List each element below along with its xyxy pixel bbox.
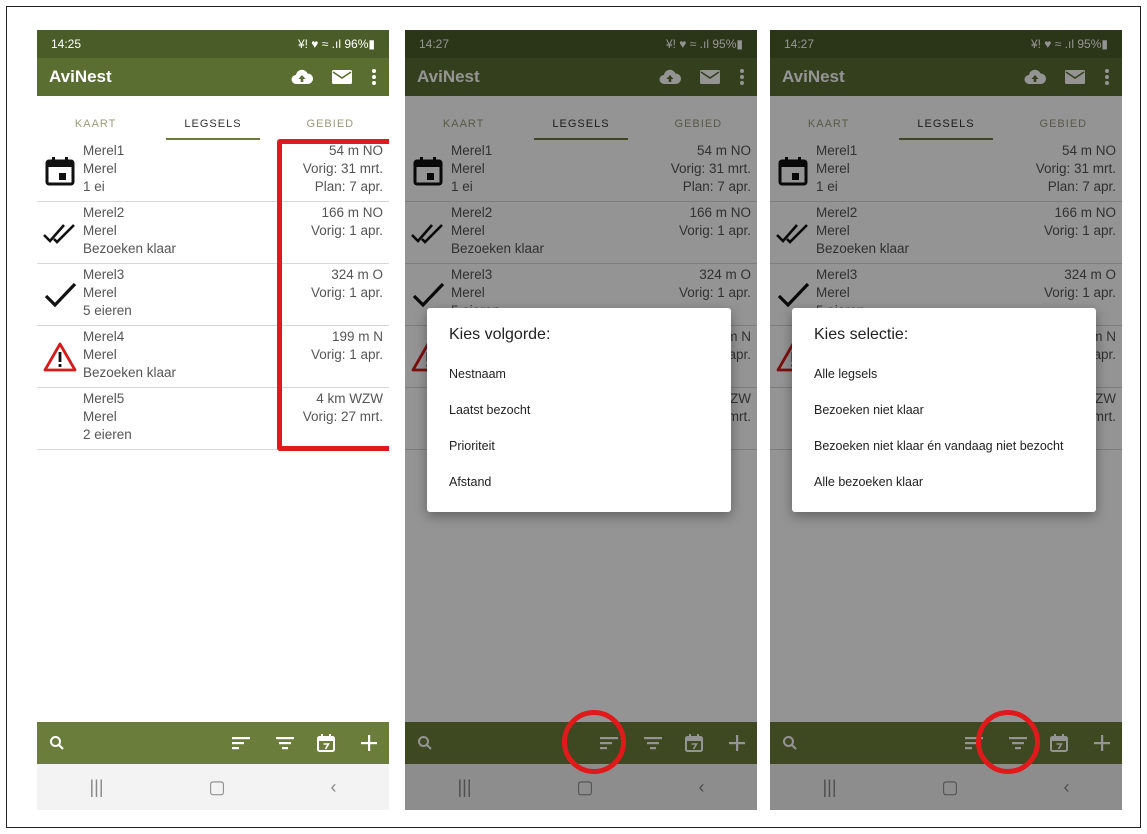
mail-icon[interactable] [331,69,353,85]
highlight-circle [562,710,626,774]
nest-name: Merel4 [83,329,125,344]
sort-option-afstand[interactable]: Afstand [449,466,709,502]
nest-detail: 2 eieren [83,427,132,442]
more-menu-icon[interactable] [371,68,377,86]
sort-icon[interactable] [231,735,251,751]
highlight-box [277,139,389,451]
sort-option-nestnaam[interactable]: Nestnaam [449,358,709,394]
phone-screen-filter-dialog: 14:27 ¥! ♥ ≈ .ıl 95%▮ AviNest KAART LEGS… [770,30,1122,810]
search-icon[interactable] [49,735,65,751]
status-icons: ¥! ♥ ≈ .ıl 96%▮ [297,37,375,51]
phone-screen-sort-dialog: 14:27 ¥! ♥ ≈ .ıl 95%▮ AviNest KAART LEGS… [405,30,757,810]
recents-nav-icon[interactable]: ||| [89,777,103,798]
nest-detail: 5 eieren [83,303,132,318]
filter-icon[interactable] [275,735,295,751]
dialog-title: Kies selectie: [814,326,909,343]
filter-option-niet-klaar[interactable]: Bezoeken niet klaar [814,394,1074,430]
nest-species: Merel [83,285,117,300]
app-title: AviNest [49,67,112,86]
dialog-title: Kies volgorde: [449,326,551,343]
tab-gebied[interactable]: GEBIED [272,118,389,140]
warning-icon [43,342,77,372]
status-time: 14:25 [51,37,82,51]
home-nav-icon[interactable]: ▢ [209,777,226,798]
cloud-upload-icon[interactable] [291,69,313,85]
sort-dialog: Kies volgorde: Nestnaam Laatst bezocht P… [427,308,731,512]
phone-screen-list: 14:25 ¥! ♥ ≈ .ıl 96%▮ AviNest KAART LEGS… [37,30,389,810]
filter-dialog: Kies selectie: Alle legsels Bezoeken nie… [792,308,1096,512]
nest-name: Merel1 [83,143,125,158]
filter-option-niet-klaar-niet-bezocht[interactable]: Bezoeken niet klaar én vandaag niet bezo… [814,430,1074,466]
nest-detail: Bezoeken klaar [83,365,177,380]
tab-kaart[interactable]: KAART [37,118,154,140]
sort-option-prioriteit[interactable]: Prioriteit [449,430,709,466]
sort-option-laatst-bezocht[interactable]: Laatst bezocht [449,394,709,430]
add-icon[interactable] [361,735,377,751]
filter-option-alle-legsels[interactable]: Alle legsels [814,358,1074,394]
nest-name: Merel2 [83,205,125,220]
nest-name: Merel5 [83,391,125,406]
check-icon [43,280,77,310]
calendar-today-icon[interactable] [317,734,335,752]
filter-option-alle-klaar[interactable]: Alle bezoeken klaar [814,466,1074,502]
system-nav-bar: ||| ▢ ‹ [37,764,389,810]
nest-species: Merel [83,409,117,424]
tab-bar: KAART LEGSELS GEBIED [37,96,389,140]
calendar-icon [43,156,77,186]
bottom-toolbar [37,722,389,764]
tab-legsels[interactable]: LEGSELS [154,118,271,140]
app-bar: AviNest [37,58,389,96]
nest-detail: Bezoeken klaar [83,241,177,256]
nest-species: Merel [83,223,117,238]
status-bar: 14:25 ¥! ♥ ≈ .ıl 96%▮ [37,30,389,58]
double-check-icon [43,218,77,248]
nest-species: Merel [83,161,117,176]
highlight-circle [976,710,1040,774]
nest-species: Merel [83,347,117,362]
nest-name: Merel3 [83,267,125,282]
nest-detail: 1 ei [83,179,105,194]
back-nav-icon[interactable]: ‹ [331,777,337,798]
